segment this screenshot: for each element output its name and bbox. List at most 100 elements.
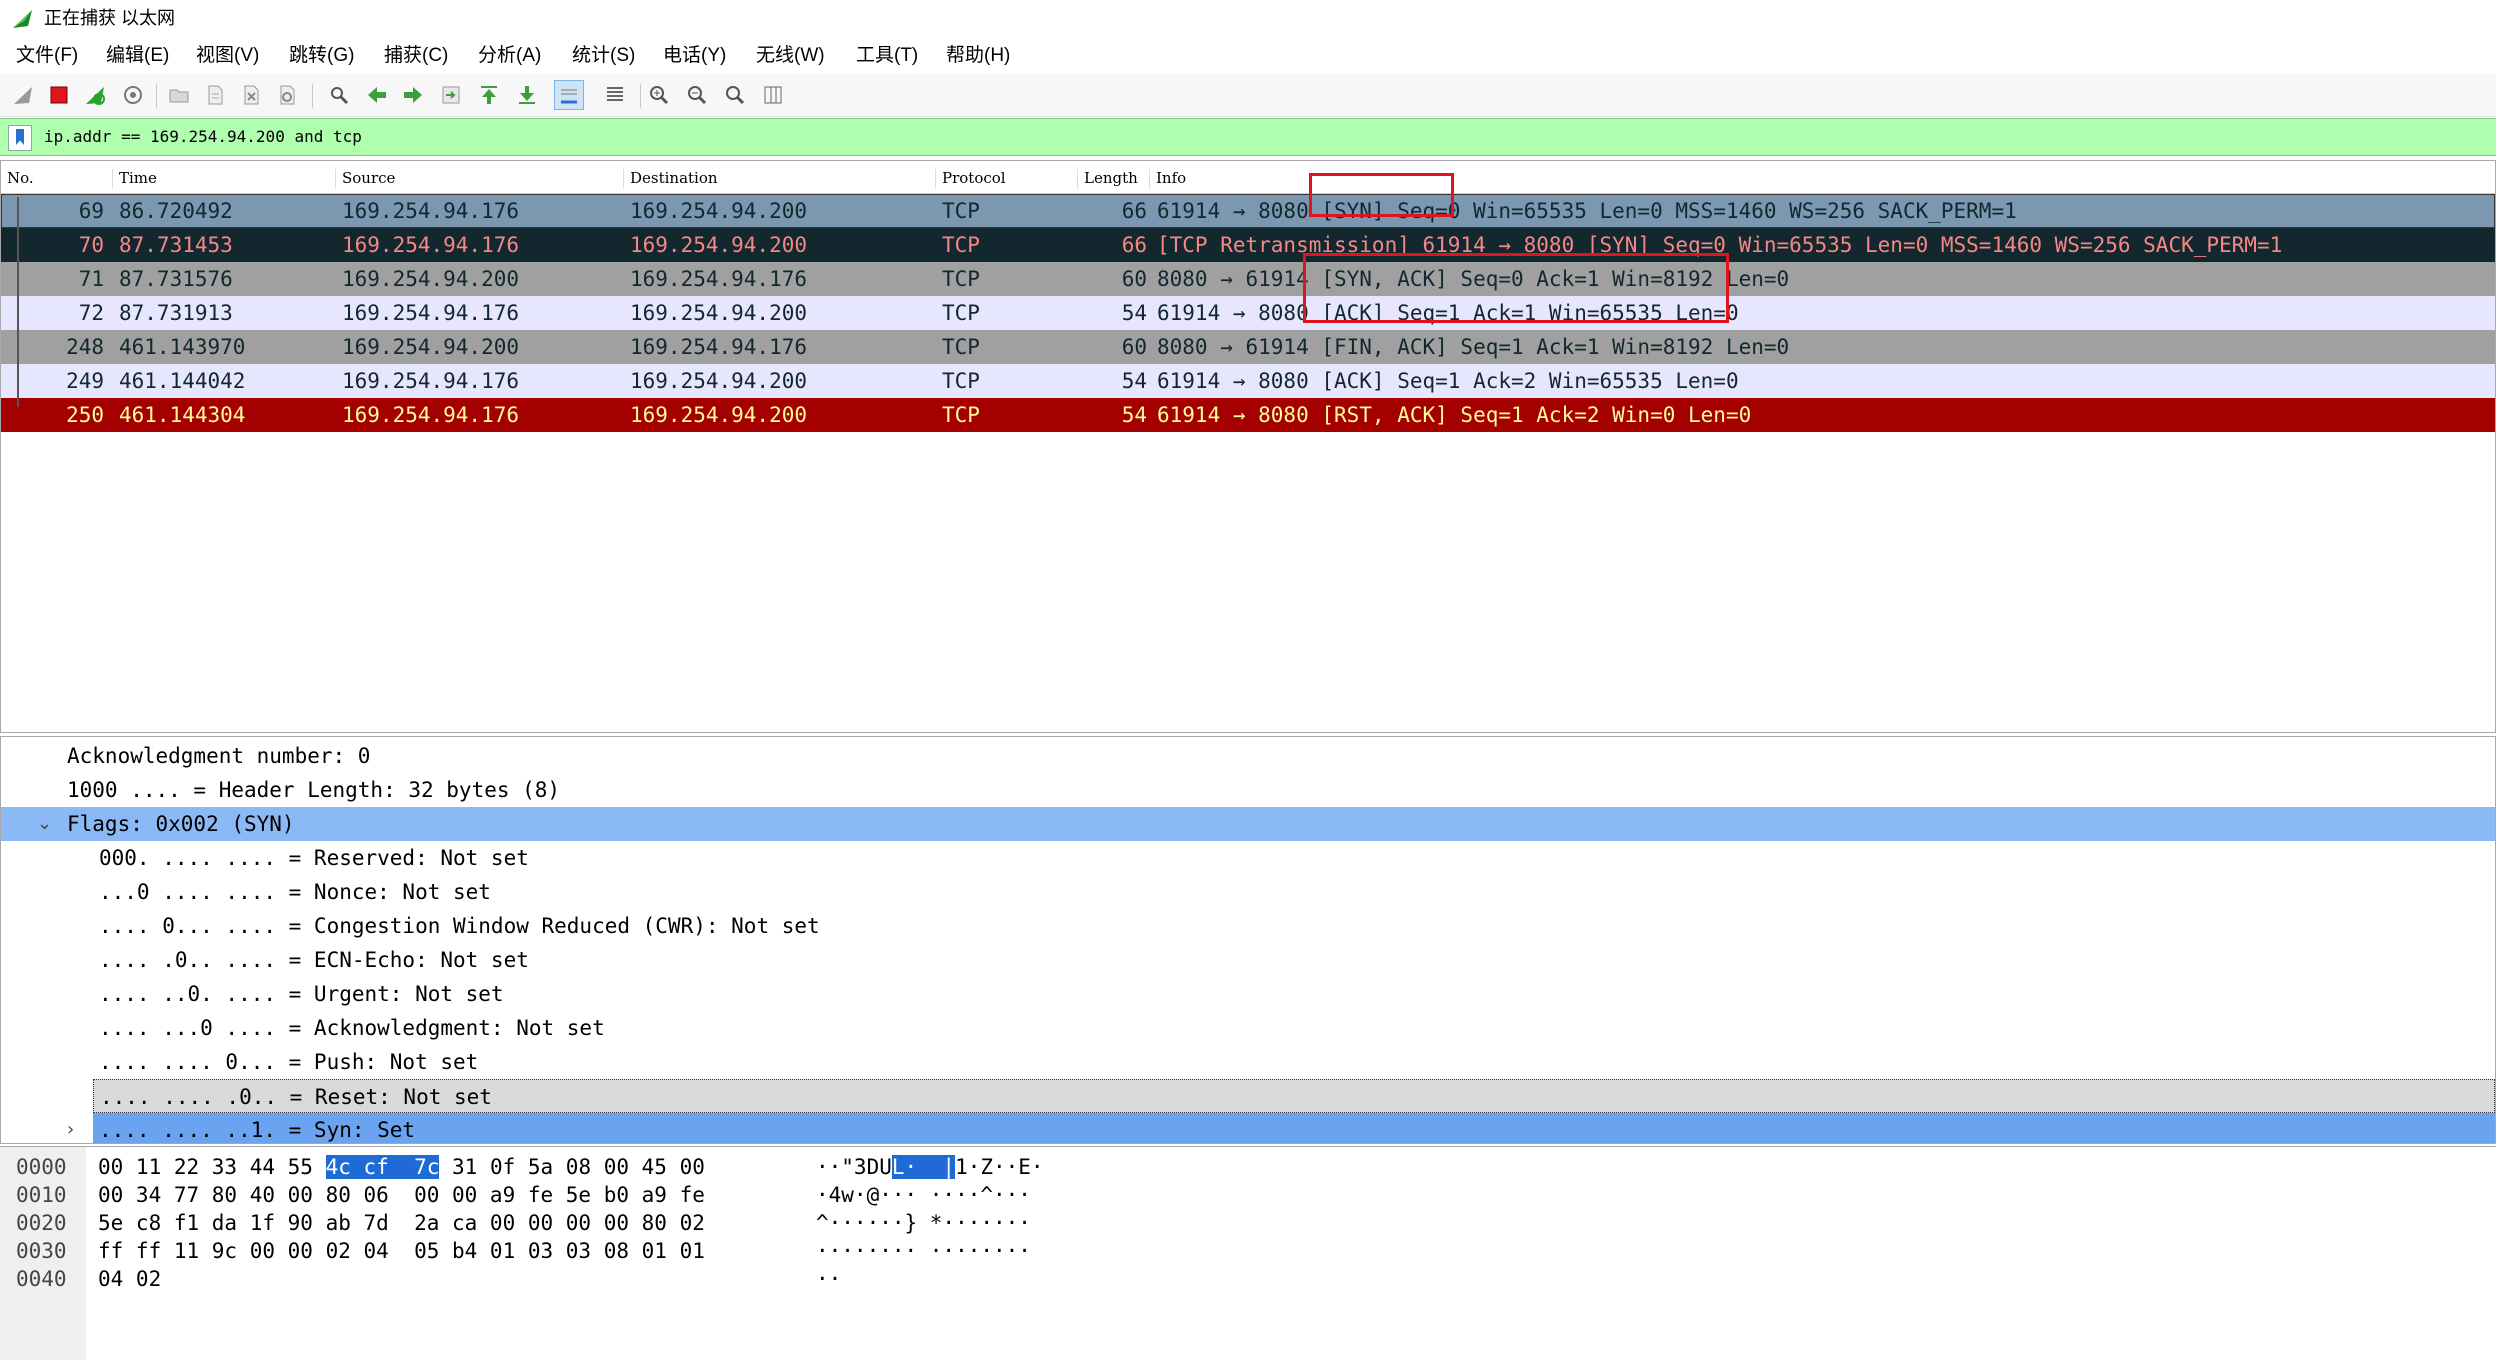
packet-time: 461.143970 [119,335,246,359]
menu-edit[interactable]: 编辑(E) [106,44,169,68]
packet-source: 169.254.94.176 [342,233,520,257]
hex-dump: ff ff 11 9c 00 00 02 04 05 b4 01 03 03 0… [98,1237,705,1265]
menu-help[interactable]: 帮助(H) [946,44,1010,68]
packet-row[interactable]: 249 461.144042 169.254.94.176 169.254.94.20… [1,364,2495,398]
menu-go[interactable]: 跳转(G) [289,44,354,68]
menu-tools[interactable]: 工具(T) [856,44,918,68]
detail-tree-item[interactable]: ⌄ Flags: 0x002 (SYN) [1,807,2495,841]
packet-time: 86.720492 [119,199,233,223]
menu-telephony[interactable]: 电话(Y) [663,44,726,68]
ascii-dump: ·4w·@··· ····^··· [816,1181,1031,1209]
go-back-icon[interactable] [362,80,392,110]
column-header-time[interactable]: Time [113,169,336,189]
packet-row[interactable]: 248 461.143970 169.254.94.200 169.254.94.17… [1,330,2495,364]
display-filter-input[interactable] [38,121,2496,153]
packet-source: 169.254.94.176 [342,403,520,427]
packet-source: 169.254.94.176 [342,301,520,325]
column-header-no[interactable]: No. [1,169,113,189]
bookmark-icon[interactable] [8,125,32,151]
packet-row[interactable]: 70 87.731453 169.254.94.176 169.254.94.200 T… [1,228,2495,262]
column-header-length[interactable]: Length [1078,169,1150,189]
column-header-source[interactable]: Source [336,169,624,189]
ascii-bytes: ··"3DU [816,1155,892,1179]
shark-fin-start-icon[interactable] [8,80,38,110]
packet-no: 250 [66,403,104,427]
hex-dump: 00 11 22 33 44 55 4c cf 7c 31 0f 5a 08 0… [98,1153,705,1181]
menu-wireless[interactable]: 无线(W) [756,44,825,68]
packet-row[interactable]: 69 86.720492 169.254.94.176 169.254.94.200 T… [1,194,2495,228]
detail-tree-item[interactable]: .... .0.. .... = ECN-Echo: Not set [1,943,2495,977]
chevron-down-icon[interactable]: ⌄ [37,807,52,841]
packet-info: 61914 → 8080 [RST, ACK] Seq=1 Ack=2 Win=… [1157,403,1752,427]
zoom-in-icon[interactable] [644,80,674,110]
auto-scroll-icon[interactable] [554,80,584,110]
go-to-packet-icon[interactable] [436,80,466,110]
packet-row[interactable]: 72 87.731913 169.254.94.176 169.254.94.200 T… [1,296,2495,330]
packet-destination: 169.254.94.200 [630,199,808,223]
detail-tree-item[interactable]: Acknowledgment number: 0 [1,739,2495,773]
ascii-bytes: ·4w·@··· ····^··· [816,1183,1031,1207]
ascii-bytes: ^······} *······· [816,1211,1031,1235]
go-first-icon[interactable] [474,80,504,110]
packet-protocol: TCP [942,199,980,223]
detail-text: .... .0.. .... = ECN-Echo: Not set [99,948,529,972]
hex-dump: 00 34 77 80 40 00 80 06 00 00 a9 fe 5e b… [98,1181,705,1209]
detail-text: .... 0... .... = Congestion Window Reduc… [99,914,820,938]
ascii-dump: ········ ········ [816,1237,1031,1265]
chevron-right-icon[interactable]: › [67,1113,74,1143]
resize-columns-icon[interactable] [758,80,788,110]
detail-tree-item[interactable]: .... .... .0.. = Reset: Not set [93,1079,2495,1113]
packet-time: 87.731576 [119,267,233,291]
menu-view[interactable]: 视图(V) [196,44,259,68]
packet-length: 60 [1121,267,1147,291]
column-header-destination[interactable]: Destination [624,169,936,189]
stop-square-icon[interactable] [44,80,74,110]
detail-tree-item[interactable]: ...0 .... .... = Nonce: Not set [1,875,2495,909]
detail-tree-item[interactable]: .... ...0 .... = Acknowledgment: Not set [1,1011,2495,1045]
detail-tree-item[interactable]: 1000 .... = Header Length: 32 bytes (8) [1,773,2495,807]
packet-row[interactable]: 71 87.731576 169.254.94.200 169.254.94.176 T… [1,262,2495,296]
capture-options-icon[interactable] [118,80,148,110]
save-file-icon[interactable] [200,80,230,110]
ascii-dump: ^······} *······· [816,1209,1031,1237]
menu-file[interactable]: 文件(F) [16,44,78,68]
column-header-protocol[interactable]: Protocol [936,169,1078,189]
close-file-icon[interactable] [236,80,266,110]
menu-analyze[interactable]: 分析(A) [478,44,541,68]
colorize-icon[interactable] [600,80,630,110]
ascii-dump: ··"3DUL· |1·Z··E· [816,1153,1044,1181]
detail-tree-item[interactable]: 000. .... .... = Reserved: Not set [1,841,2495,875]
packet-row[interactable]: 250 461.144304 169.254.94.176 169.254.94.20… [1,398,2495,432]
packet-details-tree: Acknowledgment number: 0 1000 .... = Head… [0,736,2496,1144]
ascii-dump: ·· [816,1265,841,1293]
open-folder-icon[interactable] [164,80,194,110]
menu-statistics[interactable]: 统计(S) [572,44,635,68]
detail-text: .... .... ..1. = Syn: Set [99,1118,416,1142]
reload-file-icon[interactable] [272,80,302,110]
packet-no: 70 [78,233,104,257]
detail-tree-item[interactable]: › .... .... ..1. = Syn: Set [67,1113,2495,1143]
detail-tree-item[interactable]: .... .... 0... = Push: Not set [1,1045,2495,1079]
detail-text: 1000 .... = Header Length: 32 bytes (8) [67,778,561,802]
go-last-icon[interactable] [512,80,542,110]
zoom-reset-icon[interactable] [720,80,750,110]
main-toolbar [0,74,2496,117]
hex-bytes: 00 34 77 80 40 00 80 06 00 00 a9 fe 5e b… [98,1183,705,1207]
detail-tree-item[interactable]: .... ..0. .... = Urgent: Not set [1,977,2495,1011]
detail-text: .... ..0. .... = Urgent: Not set [99,982,504,1006]
go-forward-icon[interactable] [398,80,428,110]
hex-bytes: 31 0f 5a 08 00 45 00 [439,1155,705,1179]
packet-source: 169.254.94.176 [342,369,520,393]
find-packet-icon[interactable] [324,80,354,110]
wireshark-logo-icon [13,10,32,28]
packet-no: 71 [78,267,104,291]
packet-protocol: TCP [942,233,980,257]
ascii-bytes: 1·Z··E· [955,1155,1044,1179]
detail-tree-item[interactable]: .... 0... .... = Congestion Window Reduc… [1,909,2495,943]
ascii-selection: L· | [891,1155,956,1179]
zoom-out-icon[interactable] [682,80,712,110]
restart-capture-icon[interactable] [80,80,110,110]
menu-capture[interactable]: 捕获(C) [384,44,448,68]
packet-info: 61914 → 8080 [ACK] Seq=1 Ack=2 Win=65535… [1157,369,1739,393]
packet-no: 69 [78,199,104,223]
